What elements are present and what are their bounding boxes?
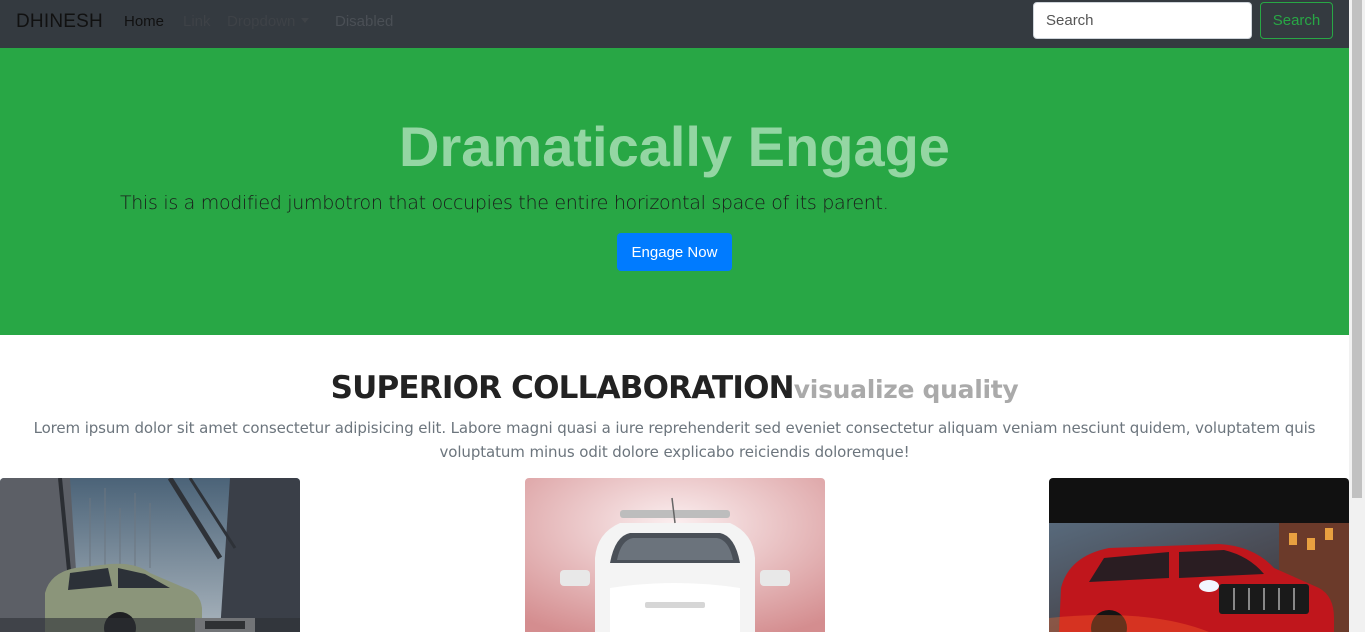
caret-down-icon [301,18,310,23]
scrollbar-thumb[interactable] [1352,0,1362,498]
white-suv-illustration [525,478,825,632]
nav-item-disabled: Disabled [335,13,394,30]
card-green-suv-image [0,478,300,632]
nav-dropdown-label: Dropdown [227,13,296,30]
nav-item-home[interactable]: Home [124,13,164,30]
section-paragraph: Lorem ipsum dolor sit amet consectetur a… [33,419,1316,461]
search-input[interactable] [1033,2,1252,39]
search-button[interactable]: Search [1260,2,1333,39]
section-heading: SUPERIOR COLLABORATIONvisualize quality [0,370,1349,406]
engage-now-button[interactable]: Engage Now [617,233,732,271]
jumbotron-title: Dramatically Engage [399,115,950,178]
jumbotron-text: This is a modified jumbotron that occupi… [120,192,889,214]
brand-link[interactable]: DHINESH [16,11,103,33]
card-white-suv-image [525,478,825,632]
nav-item-link[interactable]: Link [183,13,211,30]
nav-item-dropdown[interactable]: Dropdown [227,13,310,30]
section-subtitle: visualize quality [793,375,1019,404]
red-suv-illustration [1049,478,1349,632]
jumbotron: Dramatically Engage This is a modified j… [0,48,1349,335]
green-suv-illustration [0,478,300,632]
section-title: SUPERIOR COLLABORATION [330,370,795,406]
navbar: DHINESH Home Link Dropdown Disabled Sear… [0,0,1349,48]
card-red-suv-image [1049,478,1349,632]
